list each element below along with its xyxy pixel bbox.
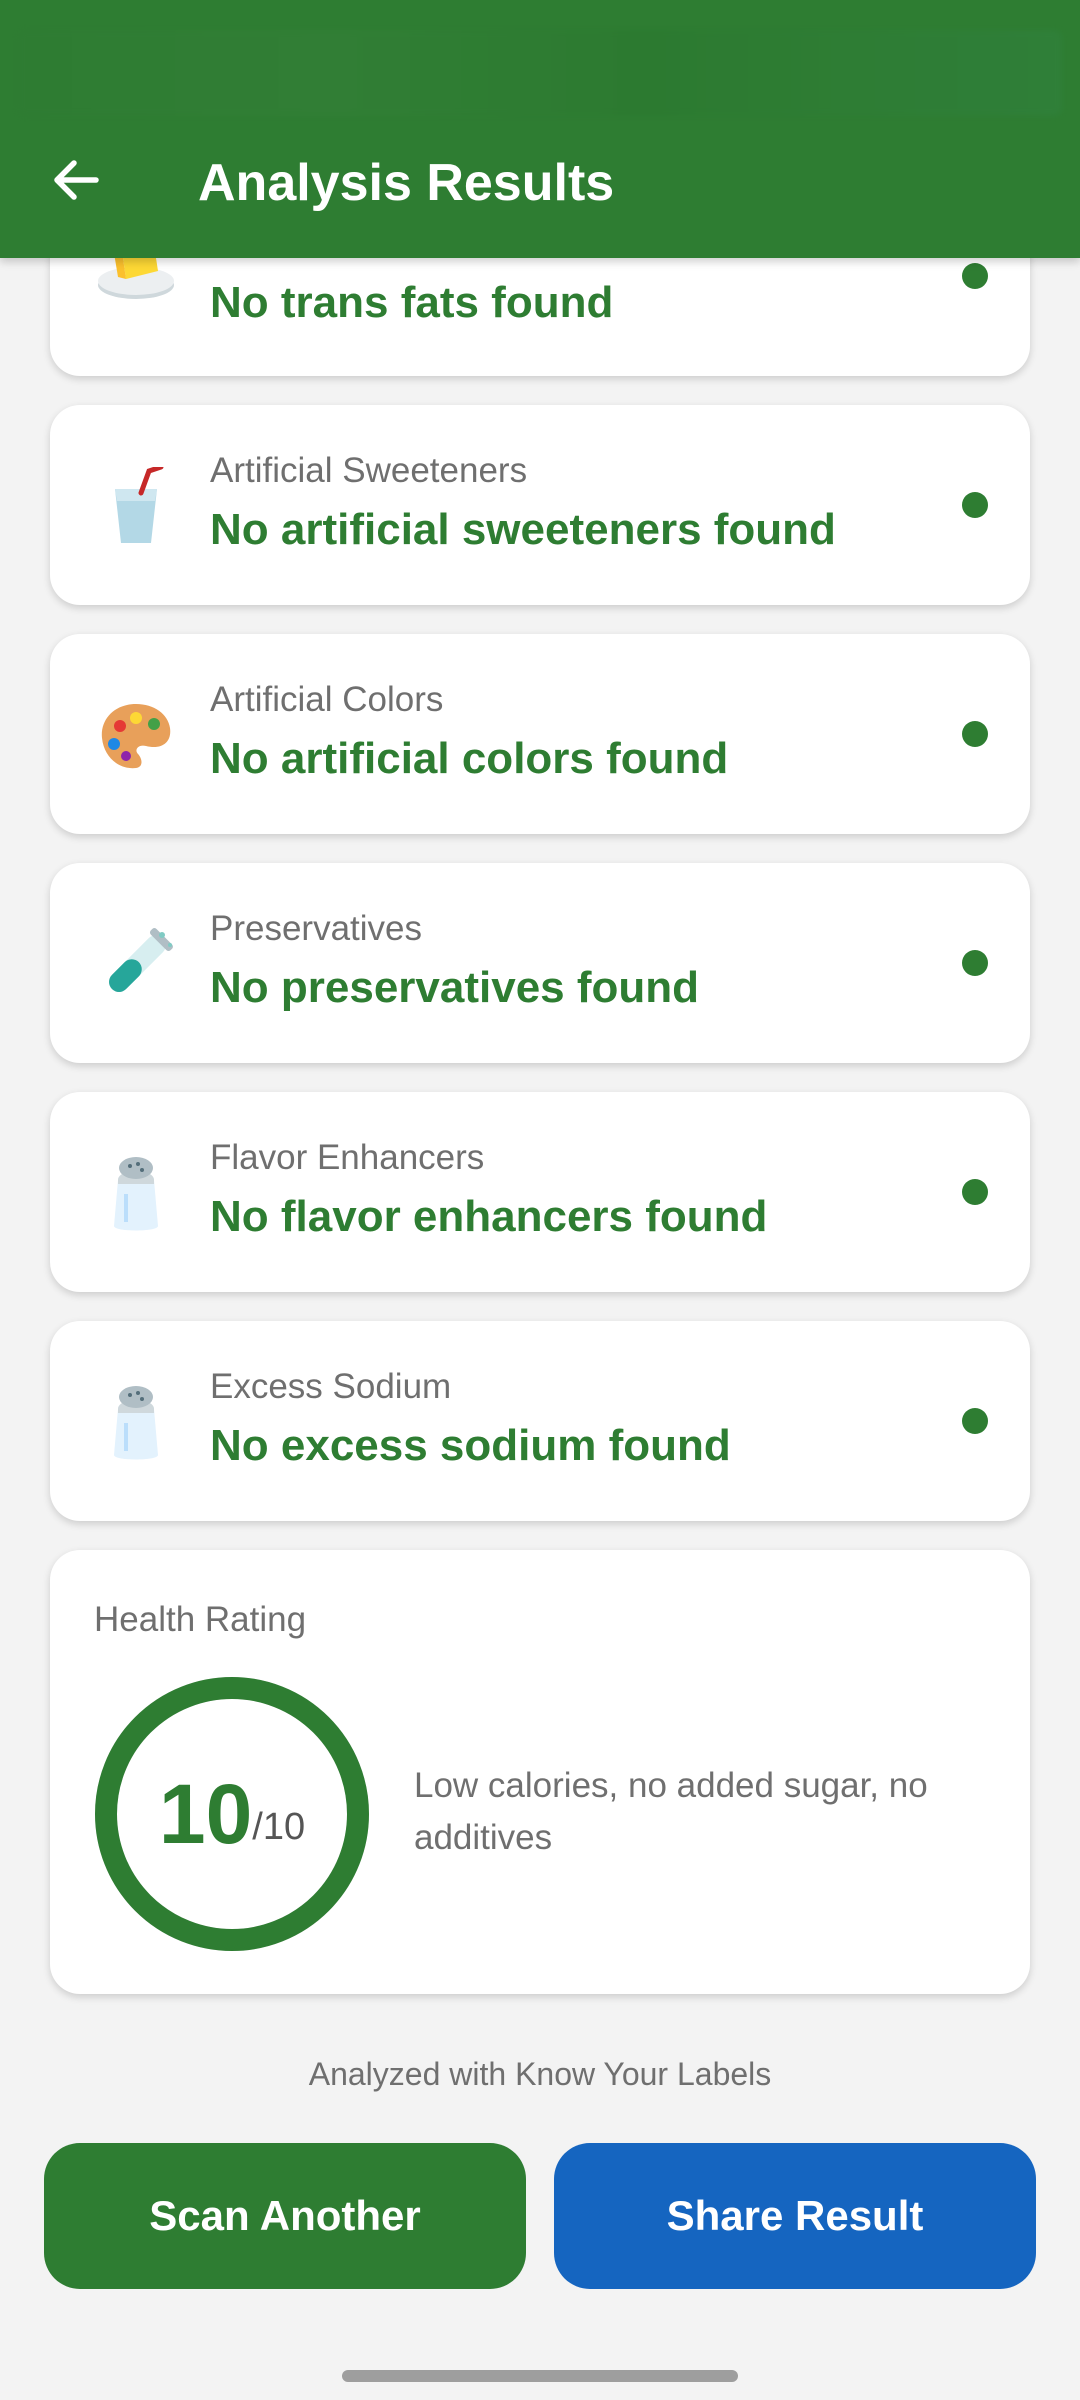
item-status: No flavor enhancers found: [210, 1192, 768, 1241]
result-card-artificial-colors: Artificial Colors No artificial colors f…: [50, 634, 1030, 834]
score-value: 10: [158, 1767, 253, 1861]
results-scroll-content[interactable]: No trans fats found Artificial Sweetener…: [0, 0, 1080, 2400]
item-status: No trans fats found: [210, 278, 614, 327]
result-card-flavor-enhancers: Flavor Enhancers No flavor enhancers fou…: [50, 1092, 1030, 1292]
salt-shaker-icon: [94, 1381, 178, 1465]
arrow-left-icon: [54, 160, 99, 200]
status-dot: [962, 721, 988, 747]
score-max: /10: [252, 1805, 306, 1848]
artist-palette-icon: [94, 694, 178, 778]
result-card-preservatives: Preservatives No preservatives found: [50, 863, 1030, 1063]
status-dot: [962, 492, 988, 518]
item-status: No excess sodium found: [210, 1421, 731, 1470]
page-title: Analysis Results: [198, 154, 615, 212]
home-indicator[interactable]: [342, 2370, 738, 2382]
item-category: Preservatives: [210, 909, 423, 948]
status-dot: [962, 263, 988, 289]
item-category: Artificial Sweeteners: [210, 451, 528, 490]
result-card-artificial-sweeteners: Artificial Sweeteners No artificial swee…: [50, 405, 1030, 605]
status-dot: [962, 950, 988, 976]
health-rating-card: Health Rating 10 /10 Low calories, no ad…: [50, 1550, 1030, 1994]
app-bar: Analysis Results: [0, 0, 1080, 258]
score-display: 10 /10: [94, 1676, 370, 1952]
scan-another-button[interactable]: Scan Another: [44, 2143, 526, 2289]
back-button[interactable]: [36, 140, 116, 220]
salt-shaker-icon: [94, 1152, 178, 1236]
item-status: No preservatives found: [210, 963, 700, 1012]
health-description: Low calories, no added sugar, no additiv…: [414, 1766, 928, 1857]
item-status: No artificial colors found: [210, 734, 729, 783]
item-category: Excess Sodium: [210, 1367, 452, 1406]
health-rating-label: Health Rating: [94, 1600, 307, 1639]
status-dot: [962, 1408, 988, 1434]
analyzed-with-note: Analyzed with Know Your Labels: [308, 2056, 772, 2092]
result-card-excess-sodium: Excess Sodium No excess sodium found: [50, 1321, 1030, 1521]
status-bar: [18, 30, 1062, 116]
item-category: Artificial Colors: [210, 680, 444, 719]
item-status: No artificial sweeteners found: [210, 505, 836, 554]
test-tube-icon: [94, 923, 178, 1007]
share-result-button[interactable]: Share Result: [554, 2143, 1036, 2289]
cup-with-straw-icon: [94, 465, 178, 549]
item-category: Flavor Enhancers: [210, 1138, 485, 1177]
status-dot: [962, 1179, 988, 1205]
